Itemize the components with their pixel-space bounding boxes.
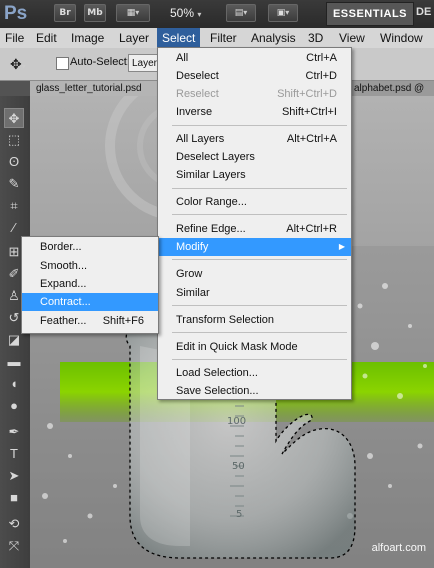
menu-view[interactable]: View bbox=[334, 28, 370, 48]
menu-separator bbox=[172, 188, 347, 189]
submenu-arrow-icon: ▶ bbox=[338, 242, 345, 251]
grid-icon: ▦ bbox=[126, 8, 136, 18]
tab-alphabet[interactable]: alphabet.psd @ bbox=[348, 81, 434, 96]
scale-label-50: 50 bbox=[232, 461, 245, 472]
menu-item-reselect: Reselect Shift+Ctrl+D bbox=[176, 88, 337, 100]
chevron-down-icon: ▾ bbox=[135, 8, 140, 17]
menu-item-border[interactable]: Border... bbox=[22, 238, 158, 256]
menu-item-refine-edge[interactable]: Refine Edge... Alt+Ctrl+R bbox=[158, 220, 351, 238]
menu-item-deselect[interactable]: Deselect Ctrl+D bbox=[158, 67, 351, 85]
menu-item-similar-layers[interactable]: Similar Layers bbox=[158, 166, 351, 184]
gradient-tool-icon[interactable]: ▬ bbox=[4, 352, 24, 372]
zoom-value: 50% bbox=[170, 6, 195, 20]
dodge-tool-icon[interactable]: ● bbox=[4, 396, 24, 416]
chevron-down-icon: ▾ bbox=[243, 8, 248, 17]
menu-item-inverse[interactable]: Inverse Shift+Ctrl+I bbox=[158, 103, 351, 121]
pen-tool-icon[interactable]: ✒ bbox=[4, 422, 24, 442]
arrange-icon: ▤ bbox=[234, 8, 244, 18]
modify-submenu: Border... Smooth... Expand... Contract..… bbox=[21, 236, 159, 334]
quick-selection-tool-icon[interactable]: ✎ bbox=[4, 174, 24, 194]
watermark: alfoart.com bbox=[371, 542, 426, 554]
shape-tool-icon[interactable]: ■ bbox=[4, 488, 24, 508]
scale-label-5: 5 bbox=[236, 509, 242, 520]
menu-item-load-selection[interactable]: Load Selection... bbox=[158, 364, 351, 382]
eyedropper-tool-icon[interactable]: ⁄ bbox=[4, 218, 24, 238]
menu-layer[interactable]: Layer bbox=[114, 28, 154, 48]
menu-bar: File Edit Image Layer Select Filter Anal… bbox=[0, 28, 434, 49]
auto-select-label: Auto-Select: bbox=[70, 56, 130, 68]
marquee-tool-icon[interactable]: ⬚ bbox=[4, 130, 24, 150]
menu-item-transform-selection[interactable]: Transform Selection bbox=[158, 311, 351, 329]
menu-item-color-range[interactable]: Color Range... bbox=[158, 193, 351, 211]
menu-image[interactable]: Image bbox=[66, 28, 109, 48]
move-tool-preset-icon[interactable]: ✥▾ bbox=[10, 56, 26, 73]
menu-item-all[interactable]: All Ctrl+A bbox=[158, 49, 351, 67]
crop-tool-icon[interactable]: ⌗ bbox=[4, 196, 24, 216]
view-extras-button[interactable]: ▦▾ bbox=[116, 4, 150, 22]
3d-rotate-tool-icon[interactable]: ⟲ bbox=[4, 514, 24, 534]
workspace-essentials-button[interactable]: ESSENTIALS bbox=[326, 2, 414, 26]
screen-mode-button[interactable]: ▣▾ bbox=[268, 4, 298, 22]
menu-item-contract[interactable]: Contract... bbox=[22, 293, 158, 311]
auto-select-checkbox[interactable] bbox=[56, 57, 69, 70]
3d-orbit-tool-icon[interactable]: ⤧ bbox=[4, 536, 24, 556]
menu-3d[interactable]: 3D bbox=[303, 28, 328, 48]
menu-item-similar[interactable]: Similar bbox=[158, 284, 351, 302]
chevron-down-icon: ▾ bbox=[197, 10, 202, 19]
application-bar: Ps Br Mb ▦▾ 50% ▾ ▤▾ ▣▾ ESSENTIALS DE bbox=[0, 0, 434, 28]
menu-filter[interactable]: Filter bbox=[205, 28, 242, 48]
arrange-documents-button[interactable]: ▤▾ bbox=[226, 4, 256, 22]
menu-item-modify[interactable]: Modify ▶ bbox=[158, 238, 351, 256]
lasso-tool-icon[interactable]: ʘ bbox=[4, 152, 24, 172]
scale-label-100: 100 bbox=[227, 416, 246, 427]
screen-mode-icon: ▣ bbox=[276, 8, 286, 18]
menu-separator bbox=[172, 125, 347, 126]
menu-item-expand[interactable]: Expand... bbox=[22, 275, 158, 293]
menu-select[interactable]: Select bbox=[157, 28, 201, 48]
chevron-down-icon: ▾ bbox=[285, 8, 290, 17]
menu-separator bbox=[172, 359, 347, 360]
menu-analysis[interactable]: Analysis bbox=[246, 28, 301, 48]
select-menu-dropdown: All Ctrl+A Deselect Ctrl+D Reselect Shift+C… bbox=[157, 47, 352, 400]
move-tool-icon[interactable]: ✥ bbox=[4, 108, 24, 128]
photoshop-logo: Ps bbox=[4, 3, 28, 24]
workspace-design-button[interactable]: DE bbox=[416, 6, 431, 18]
menu-item-quick-mask[interactable]: Edit in Quick Mask Mode bbox=[158, 338, 351, 356]
blur-tool-icon[interactable]: ◖ bbox=[4, 374, 24, 394]
menu-item-all-layers[interactable]: All Layers Alt+Ctrl+A bbox=[158, 130, 351, 148]
bridge-button[interactable]: Br bbox=[54, 4, 76, 22]
menu-edit[interactable]: Edit bbox=[31, 28, 62, 48]
menu-item-grow[interactable]: Grow bbox=[158, 265, 351, 283]
menu-item-feather[interactable]: Feather... Shift+F6 bbox=[22, 312, 158, 330]
menu-item-deselect-layers[interactable]: Deselect Layers bbox=[158, 148, 351, 166]
menu-separator bbox=[172, 332, 347, 333]
menu-separator bbox=[172, 259, 347, 260]
menu-separator bbox=[172, 214, 347, 215]
type-tool-icon[interactable]: T bbox=[4, 444, 24, 464]
menu-separator bbox=[172, 305, 347, 306]
menu-item-save-selection[interactable]: Save Selection... bbox=[158, 382, 351, 400]
menu-window[interactable]: Window bbox=[375, 28, 428, 48]
menu-file[interactable]: File bbox=[0, 28, 29, 48]
tab-glass-letter-tutorial[interactable]: glass_letter_tutorial.psd bbox=[30, 81, 164, 96]
auto-select-dropdown[interactable]: Layer bbox=[128, 54, 158, 72]
menu-item-smooth[interactable]: Smooth... bbox=[22, 257, 158, 275]
mini-bridge-button[interactable]: Mb bbox=[84, 4, 106, 22]
zoom-level[interactable]: 50% ▾ bbox=[170, 4, 201, 24]
path-selection-tool-icon[interactable]: ➤ bbox=[4, 466, 24, 486]
